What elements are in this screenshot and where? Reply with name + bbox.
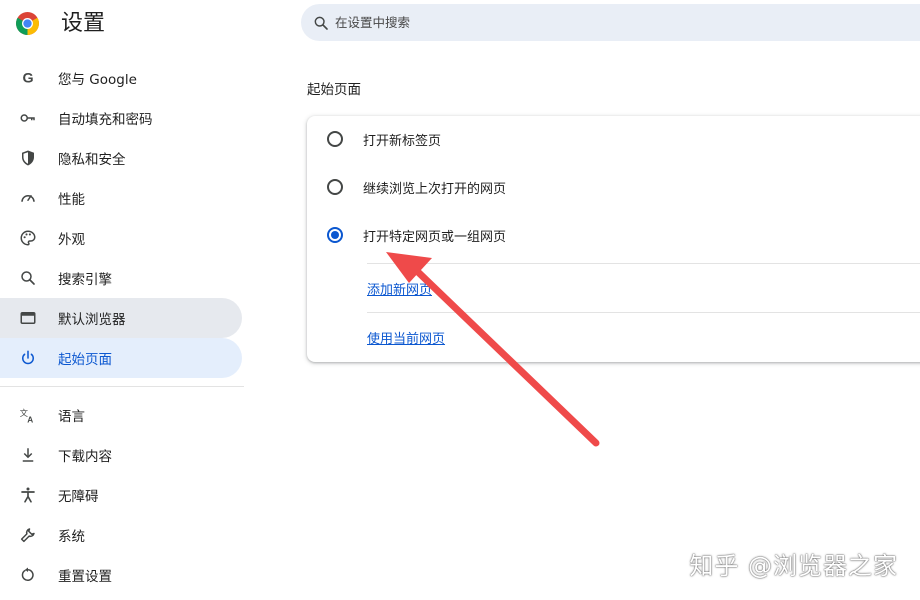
divider bbox=[367, 263, 920, 264]
sidebar-item-search-engine[interactable]: 搜索引擎 bbox=[0, 258, 242, 298]
sidebar-item-performance[interactable]: 性能 bbox=[0, 178, 242, 218]
sidebar-item-label: 无障碍 bbox=[58, 489, 99, 505]
sidebar-item-label: 性能 bbox=[58, 192, 85, 208]
browser-window-icon bbox=[20, 312, 36, 324]
power-icon bbox=[22, 350, 34, 365]
sidebar-item-label: 自动填充和密码 bbox=[58, 112, 153, 128]
option-new-tab[interactable]: 打开新标签页 bbox=[307, 116, 920, 162]
sidebar-item-label: 系统 bbox=[58, 529, 85, 545]
svg-text:G: G bbox=[22, 71, 33, 87]
startup-options-card: 打开新标签页 继续浏览上次打开的网页 打开特定网页或一组网页 添加新网页 使用当… bbox=[307, 116, 920, 362]
chrome-logo-icon bbox=[16, 12, 39, 35]
section-title: 起始页面 bbox=[307, 82, 361, 98]
sidebar-item-accessibility[interactable]: 无障碍 bbox=[0, 475, 242, 515]
search-icon bbox=[314, 16, 328, 30]
sidebar-item-default-browser[interactable]: 默认浏览器 bbox=[0, 298, 242, 338]
divider bbox=[367, 312, 920, 313]
download-icon bbox=[22, 448, 34, 462]
use-current-pages-link[interactable]: 使用当前网页 bbox=[367, 328, 445, 347]
sidebar-item-on-startup[interactable]: 起始页面 bbox=[0, 338, 242, 378]
search-input[interactable] bbox=[335, 15, 735, 30]
sidebar-item-appearance[interactable]: 外观 bbox=[0, 218, 242, 258]
sidebar-item-you-and-google[interactable]: G 您与 Google bbox=[0, 58, 242, 98]
search-icon bbox=[21, 271, 35, 285]
sidebar-item-label: 起始页面 bbox=[58, 352, 112, 368]
reset-icon bbox=[21, 567, 34, 581]
sidebar-item-privacy[interactable]: 隐私和安全 bbox=[0, 138, 242, 178]
option-label: 继续浏览上次打开的网页 bbox=[363, 181, 507, 197]
google-g-icon: G bbox=[22, 71, 33, 87]
palette-icon bbox=[20, 230, 36, 246]
sidebar-item-label: 下载内容 bbox=[58, 449, 112, 465]
sidebar-item-languages[interactable]: 文A 语言 bbox=[0, 395, 242, 435]
accessibility-icon bbox=[21, 487, 35, 503]
radio-specific-pages[interactable] bbox=[327, 227, 343, 243]
sidebar-item-label: 语言 bbox=[58, 409, 85, 425]
option-label: 打开新标签页 bbox=[363, 133, 442, 149]
shield-icon bbox=[22, 150, 34, 166]
sidebar-item-autofill[interactable]: 自动填充和密码 bbox=[0, 98, 242, 138]
key-icon bbox=[20, 114, 35, 122]
sidebar-item-reset-settings[interactable]: 重置设置 bbox=[0, 555, 242, 595]
sidebar-item-downloads[interactable]: 下载内容 bbox=[0, 435, 242, 475]
sidebar-item-label: 默认浏览器 bbox=[58, 312, 126, 328]
sidebar-item-label: 重置设置 bbox=[58, 569, 112, 585]
radio-continue[interactable] bbox=[327, 179, 343, 195]
sidebar-item-label: 搜索引擎 bbox=[58, 272, 112, 288]
svg-text:A: A bbox=[27, 416, 33, 425]
speedometer-icon bbox=[21, 195, 35, 202]
option-continue[interactable]: 继续浏览上次打开的网页 bbox=[307, 164, 920, 210]
sidebar-item-system[interactable]: 系统 bbox=[0, 515, 242, 555]
sidebar-item-label: 外观 bbox=[58, 232, 85, 248]
add-new-page-link[interactable]: 添加新网页 bbox=[367, 279, 432, 298]
sidebar-divider bbox=[0, 386, 244, 387]
translate-icon: 文A bbox=[20, 408, 34, 425]
wrench-icon bbox=[20, 528, 35, 543]
option-label: 打开特定网页或一组网页 bbox=[363, 229, 507, 245]
page-title: 设置 bbox=[61, 11, 106, 36]
sidebar: G 您与 Google 自动填充和密码 隐私和安全 性能 外观 搜索引擎 默认浏… bbox=[0, 58, 250, 595]
option-specific-pages[interactable]: 打开特定网页或一组网页 bbox=[307, 212, 920, 258]
sidebar-item-label: 隐私和安全 bbox=[58, 152, 126, 168]
sidebar-item-label: 您与 Google bbox=[58, 72, 137, 88]
watermark: 知乎 @浏览器之家 bbox=[689, 552, 898, 580]
search-bar[interactable] bbox=[301, 4, 920, 41]
radio-new-tab[interactable] bbox=[327, 131, 343, 147]
